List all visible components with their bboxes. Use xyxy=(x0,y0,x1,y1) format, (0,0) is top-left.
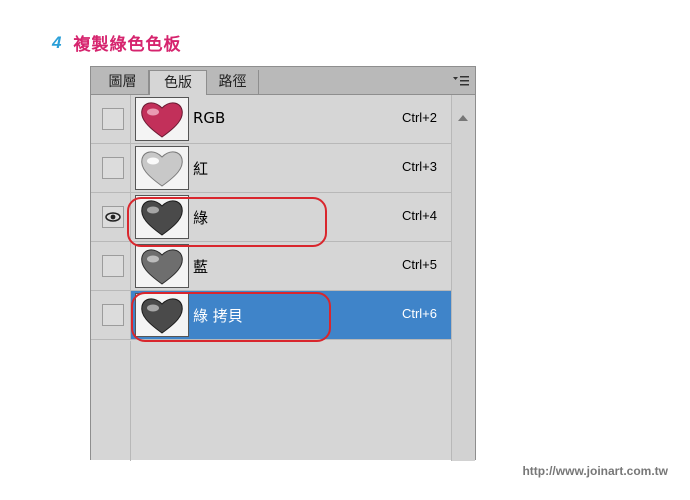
visibility-column xyxy=(91,341,131,461)
panel-tabbar: 圖層 色版 路徑 xyxy=(91,67,475,95)
channel-thumbnail xyxy=(135,146,189,190)
channel-thumbnail xyxy=(135,244,189,288)
panel-empty-area xyxy=(91,341,453,461)
visibility-cell xyxy=(91,144,131,192)
tab-channels[interactable]: 色版 xyxy=(149,70,207,95)
step-title: 複製綠色色板 xyxy=(73,35,182,55)
panel-menu-icon[interactable] xyxy=(453,73,469,87)
channel-row-blue[interactable]: 藍 Ctrl+5 xyxy=(91,242,453,291)
scroll-up-arrow-icon[interactable] xyxy=(458,115,468,121)
channel-name: 藍 xyxy=(193,258,209,276)
step-number: 4 xyxy=(52,32,62,52)
channel-shortcut: Ctrl+6 xyxy=(401,306,437,321)
heart-thumbnail-icon xyxy=(141,102,183,138)
channel-shortcut: Ctrl+4 xyxy=(401,208,437,223)
visibility-cell xyxy=(91,291,131,339)
visibility-toggle[interactable] xyxy=(102,157,124,179)
panel-scrollbar[interactable] xyxy=(451,95,475,461)
watermark: http://www.joinart.com.tw xyxy=(522,464,668,478)
channel-shortcut: Ctrl+5 xyxy=(401,257,437,272)
highlight-green-channel xyxy=(127,197,327,247)
tab-paths[interactable]: 路徑 xyxy=(207,70,259,94)
visibility-cell xyxy=(91,242,131,290)
channel-name: 紅 xyxy=(193,160,209,178)
eye-icon xyxy=(105,212,121,222)
visibility-toggle[interactable] xyxy=(102,255,124,277)
visibility-cell xyxy=(91,193,131,241)
visibility-cell xyxy=(91,95,131,143)
channel-name: RGB xyxy=(193,109,226,127)
channel-shortcut: Ctrl+2 xyxy=(401,110,437,125)
visibility-toggle[interactable] xyxy=(102,304,124,326)
heart-thumbnail-icon xyxy=(141,249,183,285)
channel-thumbnail xyxy=(135,97,189,141)
channel-row-red[interactable]: 紅 Ctrl+3 xyxy=(91,144,453,193)
channels-panel: 圖層 色版 路徑 RGB Ctrl+2 紅 Ctrl+3 綠 Ctrl+4 藍 … xyxy=(90,66,476,461)
channel-shortcut: Ctrl+3 xyxy=(401,159,437,174)
channel-row-rgb[interactable]: RGB Ctrl+2 xyxy=(91,95,453,144)
highlight-green-copy-channel xyxy=(131,292,331,342)
tab-layers[interactable]: 圖層 xyxy=(97,70,149,94)
visibility-toggle[interactable] xyxy=(102,206,124,228)
heart-thumbnail-icon xyxy=(141,151,183,187)
visibility-toggle[interactable] xyxy=(102,108,124,130)
step-heading: 4 複製綠色色板 xyxy=(52,30,182,56)
